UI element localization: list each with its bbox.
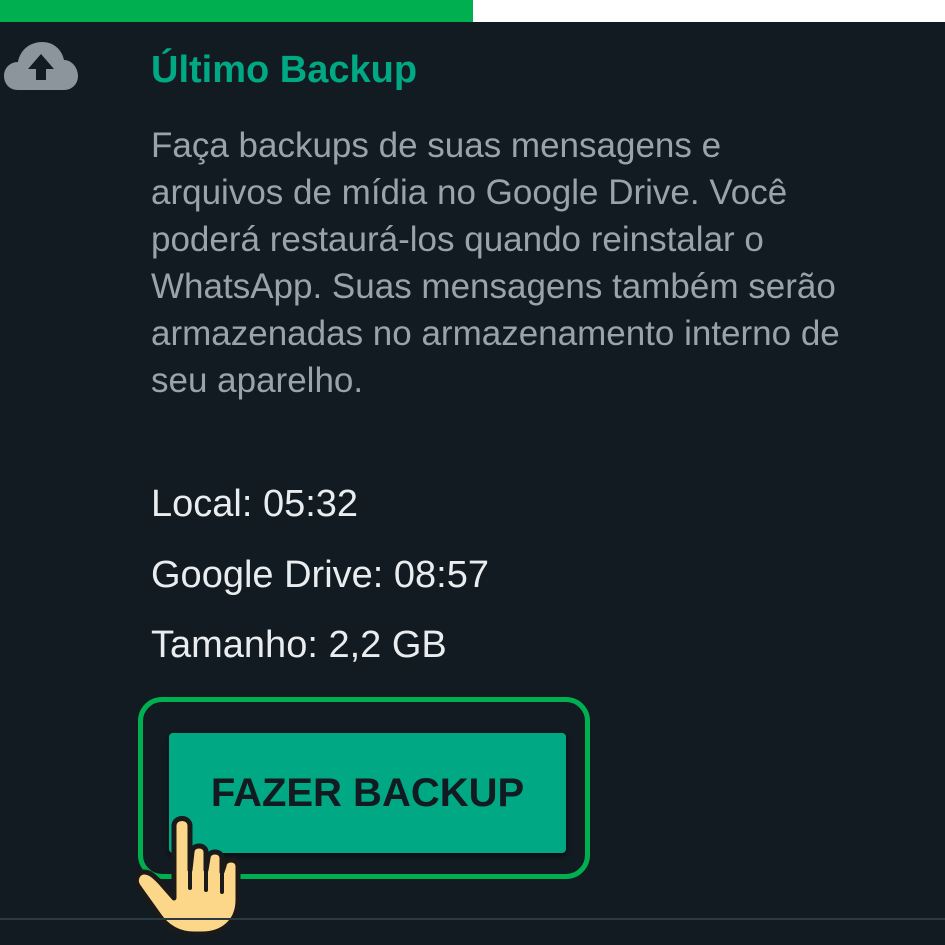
google-drive-backup-time: Google Drive: 08:57 bbox=[151, 554, 489, 596]
section-title: Último Backup bbox=[151, 49, 418, 91]
description-line: WhatsApp. Suas mensagens também serão bbox=[151, 267, 836, 306]
description-line: armazenadas no armazenamento interno de bbox=[151, 314, 840, 353]
description-line: arquivos de mídia no Google Drive. Você bbox=[151, 173, 788, 212]
progress-bar-fill bbox=[0, 0, 473, 22]
local-backup-time: Local: 05:32 bbox=[151, 483, 359, 525]
backup-size: Tamanho: 2,2 GB bbox=[151, 624, 447, 666]
divider bbox=[0, 918, 945, 920]
backup-description: Faça backups de suas mensagens e arquivo… bbox=[151, 122, 941, 404]
description-line: Faça backups de suas mensagens e bbox=[151, 126, 722, 165]
cloud-upload-icon bbox=[4, 42, 78, 90]
progress-bar bbox=[0, 0, 945, 22]
description-line: seu aparelho. bbox=[151, 361, 364, 400]
description-line: poderá restaurá-los quando reinstalar o bbox=[151, 220, 764, 259]
